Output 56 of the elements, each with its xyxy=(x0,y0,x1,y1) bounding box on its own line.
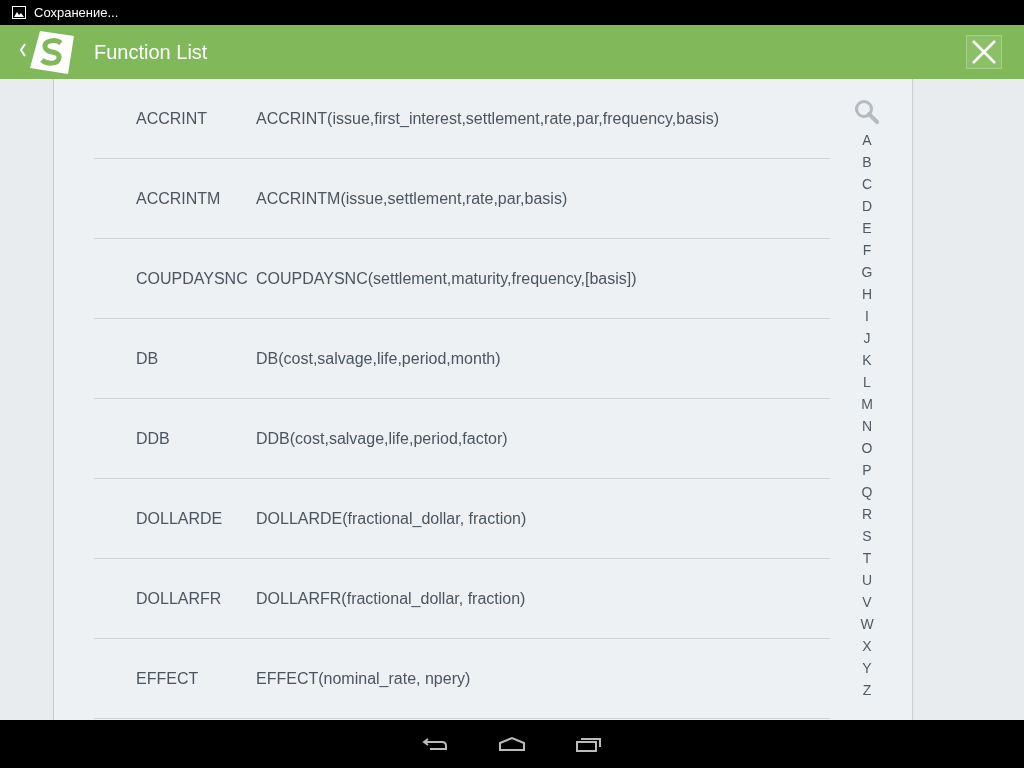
function-name: EFFECT xyxy=(136,669,200,688)
function-syntax: DDB(cost,salvage,life,period,factor) xyxy=(256,429,508,448)
function-syntax: DOLLARDE(fractional_dollar, fraction) xyxy=(256,509,527,528)
index-letter[interactable]: J xyxy=(863,327,871,349)
function-row[interactable]: EFFECT EFFECT(nominal_rate, npery) xyxy=(94,639,830,719)
function-row[interactable]: DOLLARDE DOLLARDE(fractional_dollar, fraction) xyxy=(94,479,830,559)
index-letter[interactable]: C xyxy=(861,173,873,195)
index-letter[interactable]: B xyxy=(862,151,872,173)
index-letter[interactable]: D xyxy=(861,195,873,217)
home-button[interactable] xyxy=(498,736,526,752)
function-name: DOLLARFR xyxy=(136,589,223,608)
function-name: DDB xyxy=(136,429,171,448)
function-syntax: EFFECT(nominal_rate, npery) xyxy=(256,669,471,688)
index-letter[interactable]: X xyxy=(862,635,872,657)
function-name: ACCRINT xyxy=(136,109,209,128)
index-letter[interactable]: S xyxy=(862,525,872,547)
function-name: ACCRINTM xyxy=(136,189,222,208)
image-icon xyxy=(12,6,26,19)
function-name: DB xyxy=(136,349,160,368)
index-letter[interactable]: P xyxy=(862,459,872,481)
index-letter[interactable]: A xyxy=(862,129,872,151)
function-row[interactable]: DOLLARFR DOLLARFR(fractional_dollar, fraction) xyxy=(94,559,830,639)
page-title: Function List xyxy=(94,40,209,64)
index-letter[interactable]: Y xyxy=(862,657,872,679)
index-letter[interactable]: F xyxy=(862,239,872,261)
index-letter[interactable]: W xyxy=(860,613,874,635)
index-letter[interactable]: M xyxy=(861,393,873,415)
index-letter[interactable]: U xyxy=(861,569,873,591)
index-letter[interactable]: H xyxy=(861,283,873,305)
index-letter[interactable]: T xyxy=(862,547,872,569)
function-syntax: COUPDAYSNC(settlement,maturity,frequency,[basis]) xyxy=(256,269,637,288)
notification-text: Сохранение... xyxy=(34,5,119,20)
function-row[interactable]: ACCRINT ACCRINT(issue,first_interest,settlement,rate,par,frequency,basis) xyxy=(94,79,830,159)
function-row[interactable]: DDB DDB(cost,salvage,life,period,factor) xyxy=(94,399,830,479)
function-name: DOLLARDE xyxy=(136,509,224,528)
function-row[interactable]: ACCRINTM ACCRINTM(issue,settlement,rate,par,basis) xyxy=(94,159,830,239)
index-letter[interactable]: N xyxy=(861,415,873,437)
recent-apps-button[interactable] xyxy=(576,736,602,752)
index-letter[interactable]: Q xyxy=(861,481,873,503)
index-letter[interactable]: L xyxy=(863,371,871,393)
function-syntax: ACCRINTM(issue,settlement,rate,par,basis) xyxy=(256,189,568,208)
function-syntax: ACCRINT(issue,first_interest,settlement,rate,par,frequency,basis) xyxy=(256,109,719,128)
index-letter[interactable]: Z xyxy=(862,679,872,701)
index-letter[interactable]: R xyxy=(861,503,873,525)
index-letter[interactable]: V xyxy=(862,591,872,613)
index-letter[interactable]: K xyxy=(862,349,872,371)
function-name: COUPDAYSNC xyxy=(136,269,249,288)
function-row[interactable]: COUPDAYSNC COUPDAYSNC(settlement,maturity,frequency,[basis]) xyxy=(94,239,830,319)
index-letter[interactable]: O xyxy=(861,437,873,459)
back-button[interactable] xyxy=(422,736,448,752)
function-syntax: DOLLARFR(fractional_dollar, fraction) xyxy=(256,589,526,608)
function-syntax: DB(cost,salvage,life,period,month) xyxy=(256,349,501,368)
function-row[interactable]: DB DB(cost,salvage,life,period,month) xyxy=(94,319,830,399)
index-letter[interactable]: E xyxy=(862,217,872,239)
index-letter[interactable]: G xyxy=(861,261,873,283)
index-letter[interactable]: I xyxy=(865,305,869,327)
